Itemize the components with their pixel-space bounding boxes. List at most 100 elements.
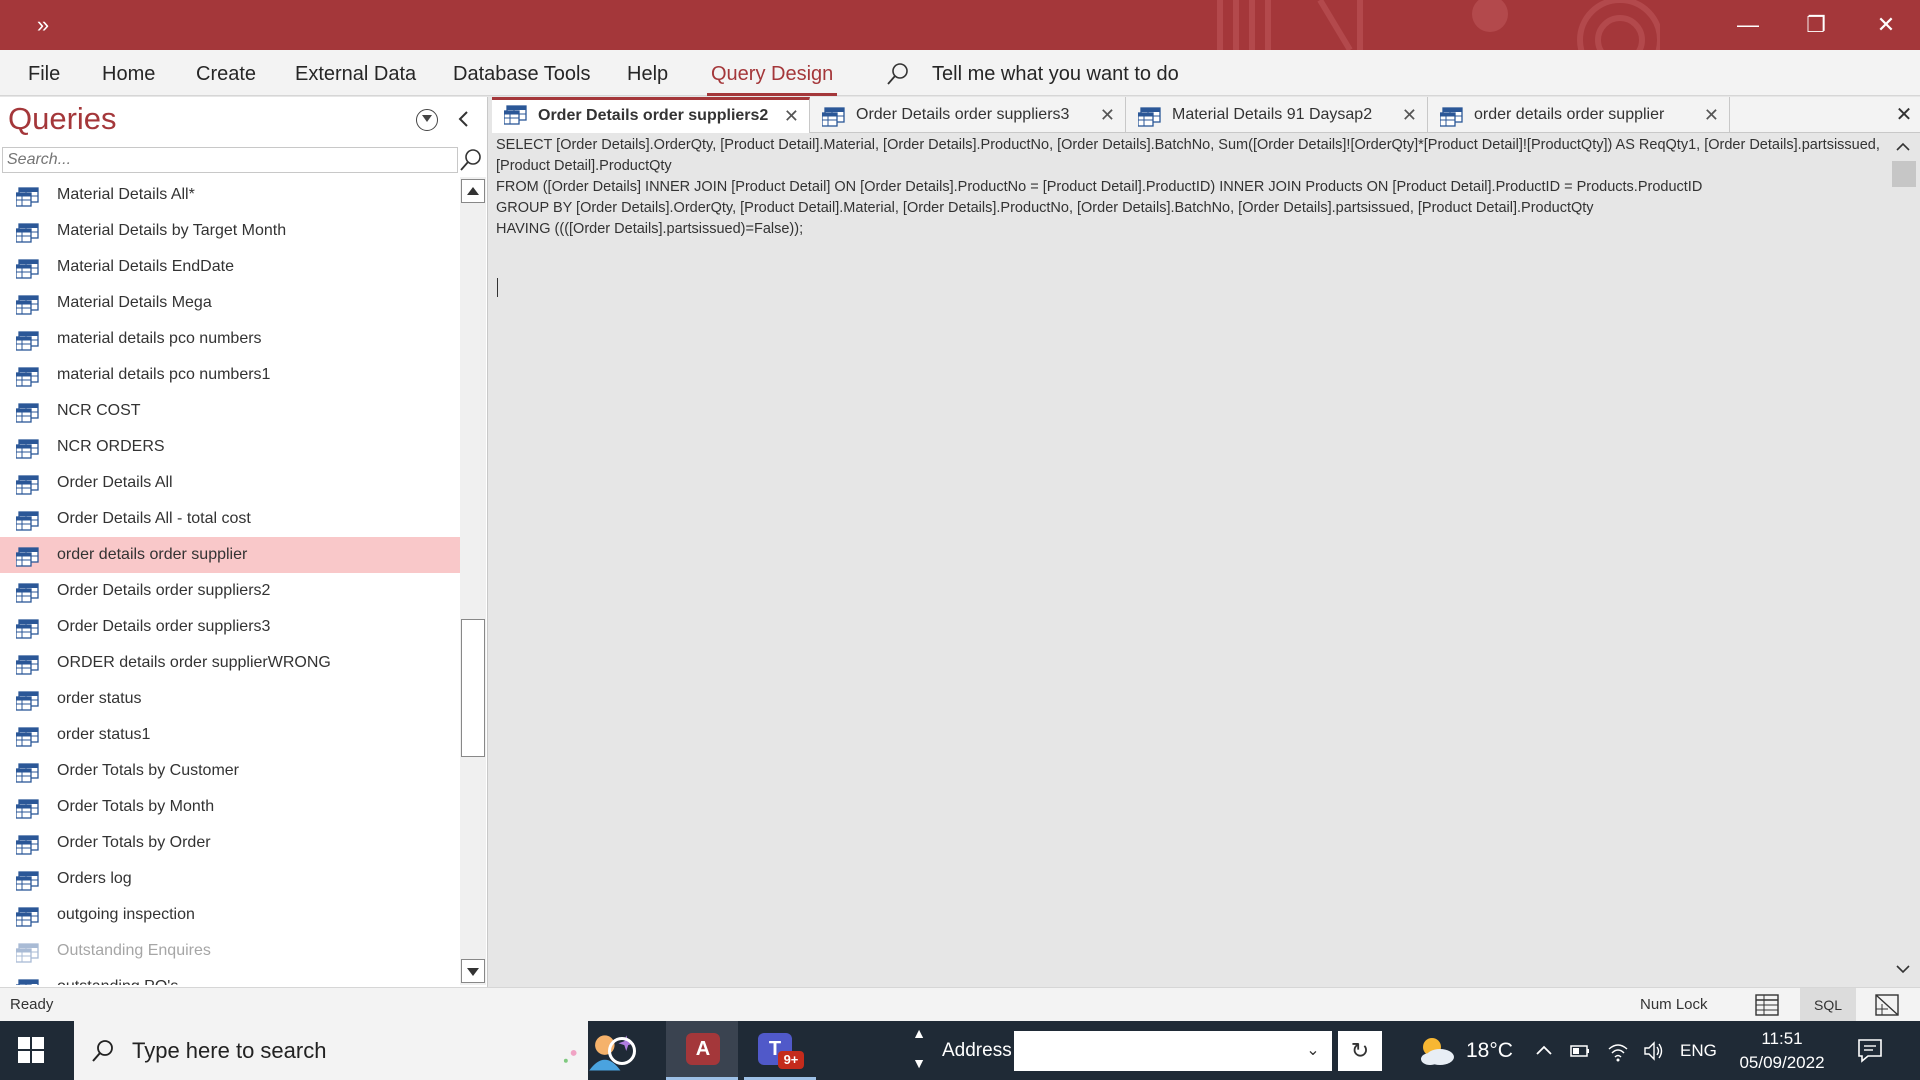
doc-tab-label: Order Details order suppliers2 (538, 107, 769, 124)
close-tab-icon[interactable]: ✕ (1100, 97, 1115, 133)
tab-create[interactable]: Create (192, 50, 260, 96)
wifi-icon[interactable] (1606, 1039, 1630, 1063)
text-cursor (497, 278, 498, 297)
query-list-item[interactable]: Order Totals by Month (0, 789, 460, 825)
battery-icon[interactable] (1568, 1039, 1592, 1063)
query-list-item[interactable]: Order Totals by Order (0, 825, 460, 861)
doc-tab-order-details-order-suppliers2[interactable]: Order Details order suppliers2 ✕ (492, 97, 810, 133)
query-list-item[interactable]: Material Details EndDate (0, 249, 460, 285)
scroll-thumb[interactable] (1892, 161, 1916, 187)
query-list-item[interactable]: material details pco numbers1 (0, 357, 460, 393)
tab-home[interactable]: Home (98, 50, 159, 96)
query-icon (15, 617, 40, 639)
nav-scrollbar[interactable] (460, 177, 486, 985)
tab-external-data[interactable]: External Data (291, 50, 420, 96)
query-list-item-label: NCR ORDERS (57, 438, 165, 455)
query-list-item[interactable]: Material Details All* (0, 177, 460, 213)
scroll-up-arrow-icon[interactable] (461, 179, 485, 203)
query-list-item[interactable]: Material Details by Target Month (0, 213, 460, 249)
notification-center-icon[interactable] (1856, 1037, 1884, 1063)
toolbar-scroll-up-icon[interactable]: ▲ (908, 1025, 930, 1041)
weather-temperature[interactable]: 18°C (1466, 1021, 1513, 1080)
sql-text[interactable]: SELECT [Order Details].OrderQty, [Produc… (496, 135, 1891, 240)
query-list-item[interactable]: material details pco numbers (0, 321, 460, 357)
toolbar-scroll[interactable]: ▲ ▼ (908, 1021, 930, 1080)
search-icon[interactable] (458, 147, 484, 173)
query-list-item[interactable]: NCR COST (0, 393, 460, 429)
taskbar-teams-app[interactable]: T 9+ (744, 1021, 816, 1080)
query-list-item[interactable]: order status (0, 681, 460, 717)
taskbar-clock[interactable]: 11:51 05/09/2022 (1728, 1027, 1836, 1075)
query-list-item-label: material details pco numbers (57, 330, 262, 347)
tab-query-design[interactable]: Query Design (707, 50, 838, 96)
doc-tab-order-details-order-supplier[interactable]: order details order supplier ✕ (1428, 97, 1730, 133)
doc-tab-order-details-order-suppliers3[interactable]: Order Details order suppliers3 ✕ (810, 97, 1126, 133)
query-list-item[interactable]: Order Details order suppliers2 (0, 573, 460, 609)
query-icon (15, 329, 40, 351)
query-list-item[interactable]: outgoing inspection (0, 897, 460, 933)
scroll-down-arrow-icon[interactable] (461, 959, 485, 983)
close-document-button[interactable]: ✕ (1892, 97, 1916, 133)
tab-file[interactable]: File (24, 50, 64, 96)
design-view-icon[interactable] (1872, 992, 1902, 1018)
nav-pane-menu-button[interactable] (416, 109, 438, 131)
query-list-item-label: Order Totals by Order (57, 834, 211, 851)
taskbar-search-box[interactable]: Type here to search (74, 1021, 635, 1080)
collapse-chevron-icon[interactable] (452, 107, 476, 131)
close-tab-icon[interactable]: ✕ (1704, 97, 1719, 133)
close-button[interactable]: ✕ (1852, 0, 1920, 50)
query-list-item[interactable]: Order Details All (0, 465, 460, 501)
query-icon (15, 581, 40, 603)
query-icon (821, 105, 846, 127)
volume-icon[interactable] (1642, 1039, 1666, 1063)
query-list-item[interactable]: ORDER details order supplierWRONG (0, 645, 460, 681)
query-list-item-label: order status1 (57, 726, 151, 743)
scroll-up-arrow-icon[interactable] (1892, 137, 1914, 157)
doc-tab-label: Order Details order suppliers3 (856, 106, 1070, 123)
quick-access-toolbar-expand[interactable]: » (28, 10, 58, 40)
datasheet-view-icon[interactable] (1752, 992, 1782, 1018)
query-list-item-label: Order Totals by Customer (57, 762, 239, 779)
query-list-item-label: NCR COST (57, 402, 141, 419)
address-input[interactable] (1014, 1031, 1332, 1071)
query-list-item[interactable]: order details order supplier (0, 537, 460, 573)
restore-button[interactable]: ❐ (1782, 0, 1850, 50)
query-list-item[interactable]: Order Totals by Customer (0, 753, 460, 789)
tab-database-tools[interactable]: Database Tools (449, 50, 595, 96)
sql-view-button[interactable]: SQL (1800, 988, 1856, 1022)
show-hidden-icons-chevron-icon[interactable] (1532, 1039, 1556, 1063)
toolbar-scroll-down-icon[interactable]: ▼ (908, 1055, 930, 1071)
sql-scrollbar[interactable] (1890, 135, 1916, 983)
scroll-down-arrow-icon[interactable] (1892, 959, 1914, 979)
minimize-button[interactable]: — (1714, 0, 1782, 50)
input-language-indicator[interactable]: ENG (1680, 1021, 1717, 1080)
nav-search-input[interactable] (2, 147, 458, 173)
navigation-pane: Queries Material Details All*Material De… (0, 97, 488, 987)
query-list-item[interactable]: NCR ORDERS (0, 429, 460, 465)
task-view-icon[interactable] (608, 1037, 636, 1065)
query-list-item[interactable]: Order Details order suppliers3 (0, 609, 460, 645)
sql-editor[interactable]: SELECT [Order Details].OrderQty, [Produc… (496, 135, 1896, 981)
query-list-item-label: material details pco numbers1 (57, 366, 271, 383)
doc-tab-material-details-91-daysap2[interactable]: Material Details 91 Daysap2 ✕ (1126, 97, 1428, 133)
address-refresh-button[interactable]: ↻ (1338, 1031, 1382, 1071)
taskbar-access-app[interactable]: A (666, 1021, 738, 1080)
query-list-item[interactable]: Orders log (0, 861, 460, 897)
query-icon (1137, 105, 1162, 127)
query-list-item-label: Order Details All (57, 474, 173, 491)
query-list-item[interactable]: Order Details All - total cost (0, 501, 460, 537)
address-toolbar-label: Address (942, 1040, 1012, 1061)
access-logo-icon: A (686, 1033, 720, 1065)
close-tab-icon[interactable]: ✕ (784, 100, 799, 132)
windows-start-icon[interactable] (16, 1035, 46, 1065)
tab-help[interactable]: Help (623, 50, 672, 96)
address-dropdown-icon[interactable]: ⌄ (1298, 1031, 1328, 1071)
query-list-item[interactable]: Material Details Mega (0, 285, 460, 321)
query-icon (15, 401, 40, 423)
scroll-thumb[interactable] (461, 619, 485, 757)
query-list-item[interactable]: outstanding PO's (0, 969, 460, 985)
query-list-item[interactable]: order status1 (0, 717, 460, 753)
query-list-item[interactable]: Outstanding Enquires (0, 933, 460, 969)
close-tab-icon[interactable]: ✕ (1402, 97, 1417, 133)
weather-cloud-sun-icon[interactable] (1416, 1035, 1456, 1067)
